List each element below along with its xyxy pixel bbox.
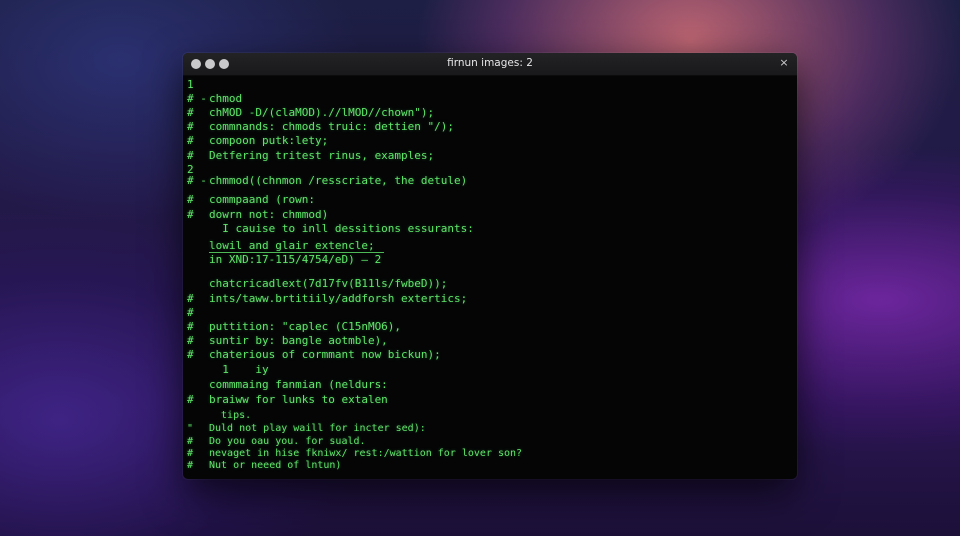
terminal-line: # commnands: chmods truic: dettien "/); [187, 120, 454, 133]
terminal-line: # commpaand (rown: [187, 193, 315, 206]
line-marker: 1 [187, 78, 194, 91]
terminal-output[interactable]: 1 # - chmod # chMOD -D/(claMOD).//lMOD//ch… [183, 76, 797, 479]
terminal-line: # ints/taww.brtitiily/addforsh extertics; [187, 292, 467, 305]
line-marker: # [187, 306, 194, 319]
line-text: Nut or neeed of lntun) [209, 460, 342, 471]
terminal-line: # chMOD -D/(claMOD).//lMOD//chown"); [187, 106, 434, 119]
line-marker: # [187, 320, 194, 333]
line-text: chaterious of cormmant now bickun); [209, 348, 441, 361]
terminal-line: # braiww for lunks to extalen [187, 393, 388, 406]
close-icon[interactable]: × [777, 56, 791, 70]
line-marker: # [187, 106, 194, 119]
terminal-line: 1 [187, 78, 209, 91]
line-marker: # [187, 149, 194, 162]
terminal-line: in XND:17-115/4754/eD) — 2 [187, 253, 381, 266]
line-marker: # [187, 193, 194, 206]
terminal-line: # chaterious of cormmant now bickun); [187, 348, 441, 361]
terminal-line: # - chmmod((chnmon /resscriate, the detul… [187, 174, 467, 187]
line-text: Detfering tritest rinus, examples; [209, 149, 435, 162]
line-marker: # [187, 460, 194, 471]
line-marker: # [187, 120, 194, 133]
terminal-line: # puttition: "caplec (C15nMO6), [187, 320, 401, 333]
terminal-line: # Nut or neeed of lntun) [187, 458, 341, 472]
terminal-window: firnun images: 2 × 1 # - chmod # chMOD -D/… [183, 53, 797, 479]
terminal-line: commmaing fanmian (neldurs: [187, 378, 388, 391]
line-text: commpaand (rown: [209, 193, 315, 206]
line-text: 1 iy [209, 363, 269, 376]
line-text: lowil and glair extencle; [209, 239, 375, 252]
line-text: commnands: chmods truic: dettien "/); [209, 120, 455, 133]
terminal-line: # Detfering tritest rinus, examples; [187, 149, 434, 162]
line-marker: # [187, 134, 194, 147]
line-text: chatcricadlext(7d17fv(B11ls/fwbeD)); [209, 277, 448, 290]
line-text: puttition: "caplec (C15nMO6), [209, 320, 402, 333]
line-text: compoon putk:lety; [209, 134, 329, 147]
terminal-line: 1 iy [187, 363, 269, 376]
line-text: commmaing fanmian (neldurs: [209, 378, 388, 391]
window-title: firnun images: 2 [447, 57, 533, 69]
terminal-line: # suntir by: bangle aotmble), [187, 334, 388, 347]
line-marker: # - [187, 174, 207, 187]
line-marker: # - [187, 92, 207, 105]
title-bar[interactable]: firnun images: 2 × [183, 53, 797, 76]
terminal-line: tips. [187, 408, 251, 422]
line-text: I cauise to inll dessitions essurants: [209, 222, 474, 235]
terminal-line: # compoon putk:lety; [187, 134, 328, 147]
line-marker: # [187, 292, 194, 305]
line-text: dowrn not: chmmod) [209, 208, 329, 221]
line-marker: # [187, 208, 194, 221]
line-text: in XND:17-115/4754/eD) — 2 [209, 253, 382, 266]
line-text: suntir by: bangle aotmble), [209, 334, 388, 347]
terminal-line: chatcricadlext(7d17fv(B11ls/fwbeD)); [187, 277, 447, 290]
line-text: chmmod((chnmon /resscriate, the detule) [209, 174, 468, 187]
terminal-line: " Duld not play waill for incter sed): [187, 421, 426, 435]
terminal-line: # dowrn not: chmmod) [187, 208, 328, 221]
line-text: chMOD -D/(claMOD).//lMOD//chown"); [209, 106, 435, 119]
terminal-line: lowil and glair extencle; [187, 239, 375, 252]
terminal-line: I cauise to inll dessitions essurants: [187, 222, 474, 235]
line-text: ints/taww.brtitiily/addforsh extertics; [209, 292, 468, 305]
line-text: chmod [209, 92, 243, 105]
terminal-line: # [187, 306, 209, 319]
line-marker: # [187, 348, 194, 361]
terminal-line: # - chmod [187, 92, 242, 105]
line-marker: # [187, 334, 194, 347]
line-marker: # [187, 393, 194, 406]
line-text: braiww for lunks to extalen [209, 393, 388, 406]
